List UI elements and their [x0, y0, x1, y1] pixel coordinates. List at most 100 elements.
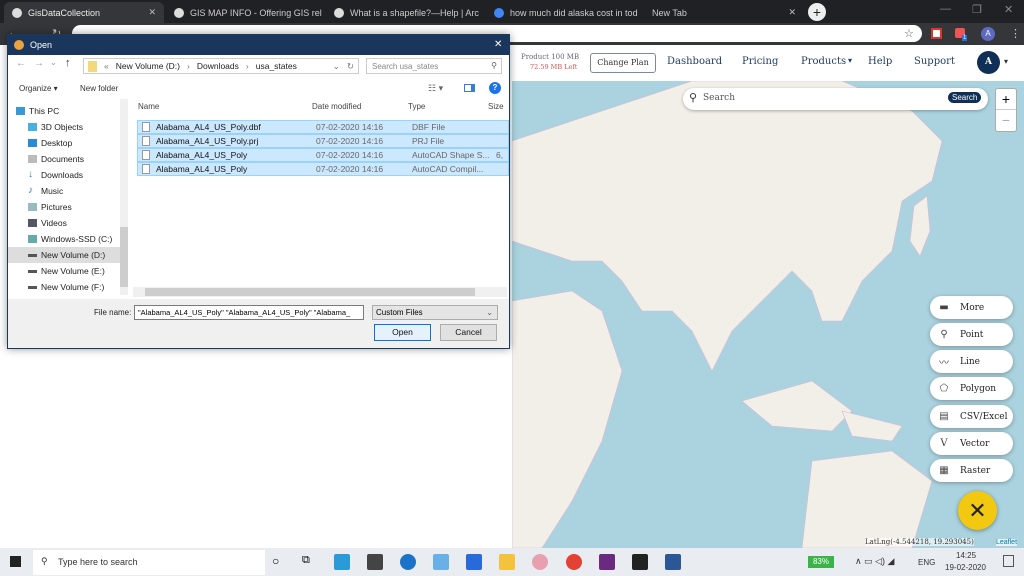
bookmark-star-icon[interactable]: ☆ — [904, 27, 914, 40]
leaflet-attribution-link[interactable]: Leaflet — [996, 539, 1018, 546]
user-avatar[interactable]: A — [977, 51, 1000, 74]
zoom-in-button[interactable]: + — [996, 89, 1016, 110]
breadcrumb-new-volume-d[interactable]: New Volume (D:) — [116, 61, 180, 71]
chrome-icon[interactable] — [566, 554, 582, 570]
nav-scrollbar[interactable] — [120, 99, 128, 295]
app-l-icon[interactable] — [334, 554, 350, 570]
tool-more-button[interactable]: ▬ More — [930, 296, 1013, 319]
file-type-select[interactable]: Custom Files ⌄ — [372, 305, 498, 320]
tab-google-search[interactable]: how much did alaska cost in tod✕ — [486, 2, 642, 23]
extension-icon[interactable] — [931, 28, 942, 39]
dialog-close-button[interactable]: ✕ — [494, 39, 502, 50]
tool-csv-button[interactable]: ▤ CSV/Excel — [930, 405, 1013, 428]
maximize-button[interactable]: ❐ — [972, 3, 982, 16]
chevron-down-icon[interactable]: ⌄ — [333, 61, 340, 72]
dialog-search-input[interactable]: Search usa_states ⚲ — [366, 58, 502, 74]
nav-support[interactable]: Support — [914, 56, 955, 67]
cancel-button[interactable]: Cancel — [440, 324, 497, 341]
nav-downloads[interactable]: ↓ Downloads — [28, 167, 120, 183]
menu-icon[interactable]: ⋮ — [1010, 27, 1021, 40]
tool-point-button[interactable]: ⚲ Point — [930, 323, 1013, 346]
nav-products[interactable]: Products — [801, 56, 846, 67]
word-icon[interactable] — [665, 554, 681, 570]
nav-new-volume-d[interactable]: New Volume (D:) — [8, 247, 120, 263]
up-folder-icon[interactable]: ↑ — [65, 57, 71, 69]
paint-icon[interactable] — [532, 554, 548, 570]
recent-locations-icon[interactable]: ⌄ — [50, 58, 57, 67]
taskbar-search-input[interactable]: ⚲ Type here to search — [33, 550, 265, 575]
forward-icon[interactable]: → — [34, 58, 44, 69]
breadcrumb-overflow[interactable]: « — [104, 61, 109, 71]
file-row[interactable]: Alabama_AL4_US_Poly 07-02-2020 14:16 AutoC… — [137, 148, 509, 162]
notification-icon[interactable] — [1003, 555, 1014, 567]
refresh-icon[interactable]: ↻ — [347, 61, 358, 72]
tool-vector-button[interactable]: V Vector — [930, 432, 1013, 455]
nav-music[interactable]: ♪ Music — [28, 183, 120, 199]
new-tab-button[interactable]: + — [808, 3, 826, 21]
chevron-down-icon[interactable]: ▾ — [1004, 57, 1008, 66]
nav-this-pc[interactable]: This PC — [16, 103, 118, 119]
cortana-icon[interactable]: ○ — [272, 554, 279, 568]
tray-icons[interactable]: ∧ ▭ ◁) ◢ — [855, 556, 894, 567]
column-size[interactable]: Size — [488, 102, 504, 111]
tool-line-button[interactable]: 〰 Line — [930, 350, 1013, 373]
column-name[interactable]: Name — [138, 102, 159, 111]
clock-time[interactable]: 14:25 — [956, 551, 976, 560]
change-plan-button[interactable]: Change Plan — [590, 53, 656, 73]
tab-gis-map-info[interactable]: GIS MAP INFO - Offering GIS rel✕ — [166, 2, 322, 23]
close-tab-icon[interactable]: ✕ — [148, 7, 156, 18]
tab-new-tab[interactable]: New Tab ✕ — [644, 2, 804, 23]
battery-indicator[interactable]: 83% — [808, 556, 834, 568]
app-icon[interactable] — [433, 554, 449, 570]
column-type[interactable]: Type — [408, 102, 425, 111]
tab-shapefile-help[interactable]: What is a shapefile?—Help | Arc✕ — [326, 2, 482, 23]
vscode-icon[interactable] — [466, 554, 482, 570]
nav-new-volume-e[interactable]: New Volume (E:) — [28, 263, 120, 279]
map-search-input[interactable]: ⚲ Search Search — [683, 88, 988, 110]
clock-date[interactable]: 19-02-2020 — [945, 563, 986, 572]
file-row[interactable]: Alabama_AL4_US_Poly.dbf 07-02-2020 14:16 D… — [137, 120, 509, 134]
nav-new-volume-f[interactable]: New Volume (F:) — [28, 279, 120, 295]
language-indicator[interactable]: ENG — [918, 558, 935, 567]
chevron-down-icon[interactable]: ▾ — [848, 56, 852, 65]
minimize-button[interactable]: — — [940, 3, 951, 15]
nav-help[interactable]: Help — [868, 56, 892, 67]
profile-avatar[interactable]: A — [981, 27, 995, 41]
tab-gisdatacollection[interactable]: GisDataCollection ✕ — [4, 2, 164, 23]
file-row[interactable]: Alabama_AL4_US_Poly 07-02-2020 14:16 AutoC… — [137, 162, 509, 176]
new-folder-button[interactable]: New folder — [80, 84, 118, 93]
photos-icon[interactable] — [632, 554, 648, 570]
nav-pricing[interactable]: Pricing — [742, 56, 778, 67]
help-icon[interactable]: ? — [489, 82, 501, 94]
windows-start-icon[interactable] — [10, 556, 21, 567]
close-tab-icon[interactable]: ✕ — [788, 7, 796, 18]
edge-icon[interactable] — [400, 554, 416, 570]
breadcrumb-downloads[interactable]: Downloads — [197, 61, 239, 71]
nav-windows-ssd[interactable]: Windows-SSD (C:) — [28, 231, 120, 247]
breadcrumb-usa-states[interactable]: usa_states — [256, 61, 297, 71]
tool-polygon-button[interactable]: ⬠ Polygon — [930, 377, 1013, 400]
file-name-input[interactable]: "Alabama_AL4_US_Poly" "Alabama_AL4_US_Po… — [134, 305, 364, 320]
file-row[interactable]: Alabama_AL4_US_Poly.prj 07-02-2020 14:16 P… — [137, 134, 509, 148]
task-view-icon[interactable]: ⧉ — [302, 554, 310, 567]
zoom-out-button[interactable]: − — [996, 110, 1016, 131]
preview-pane-icon[interactable] — [464, 84, 475, 92]
back-icon[interactable]: ← — [16, 58, 26, 69]
search-button[interactable]: Search — [948, 92, 982, 103]
nav-3d-objects[interactable]: 3D Objects — [28, 119, 120, 135]
organize-menu[interactable]: Organize ▾ — [19, 84, 58, 93]
nav-videos[interactable]: Videos — [28, 215, 120, 231]
winrar-icon[interactable] — [599, 554, 615, 570]
nav-pictures[interactable]: Pictures — [28, 199, 120, 215]
mail-icon[interactable] — [367, 554, 383, 570]
tool-raster-button[interactable]: ▦ Raster — [930, 459, 1013, 482]
open-button[interactable]: Open — [374, 324, 431, 341]
close-window-button[interactable]: ✕ — [1004, 3, 1013, 16]
nav-documents[interactable]: Documents — [28, 151, 120, 167]
close-tools-button[interactable]: ✕ — [958, 491, 997, 530]
column-date-modified[interactable]: Date modified — [312, 102, 361, 111]
nav-dashboard[interactable]: Dashboard — [667, 56, 722, 67]
breadcrumb[interactable]: « New Volume (D:) › Downloads › usa_stat… — [83, 58, 359, 74]
view-options-icon[interactable]: ☷ ▾ — [428, 83, 443, 94]
file-explorer-icon[interactable] — [499, 554, 515, 570]
